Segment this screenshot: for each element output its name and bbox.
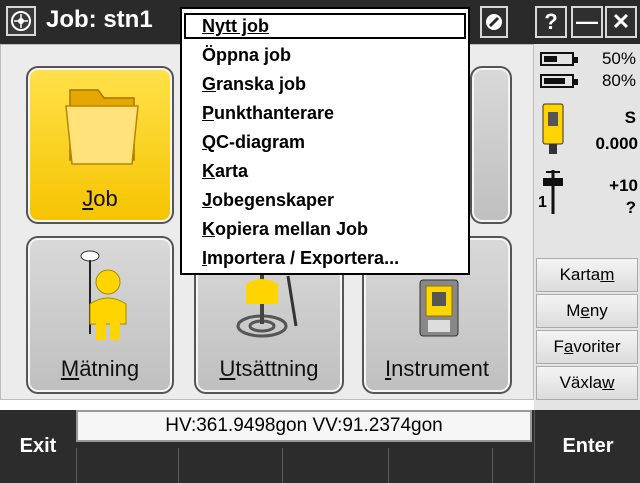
menu-item-importera-exportera[interactable]: Importera / Exportera... (184, 245, 466, 271)
battery-2-icon (540, 74, 578, 88)
help-button[interactable]: ? (535, 6, 567, 38)
target-value: +10 (609, 176, 638, 195)
status-panel: 50% 80% S 0.000 1 +10 ? Karta m Me ny Fav… (534, 44, 640, 410)
instrument-mode: S (624, 108, 636, 127)
instrument-status-icon[interactable] (540, 102, 566, 156)
matning-tile[interactable]: Mätning (26, 236, 174, 394)
angle-readout: HV:361.9498gon VV:91.2374gon (76, 410, 532, 442)
menu-item-granska-job[interactable]: Granska job (184, 71, 466, 97)
utsattning-tile-label: Utsättning (219, 356, 319, 381)
menu-item-jobegenskaper[interactable]: Jobegenskaper (184, 187, 466, 213)
karta-button[interactable]: Karta m (536, 258, 638, 292)
instrument-tile-label: Instrument (385, 356, 489, 381)
favoriter-button[interactable]: Fa voriter (536, 330, 638, 364)
job-tile[interactable]: Job (26, 66, 174, 224)
nav-icon[interactable] (480, 6, 508, 38)
vaxla-button[interactable]: Växla w (536, 366, 638, 400)
window-title: Job: stn1 (46, 6, 153, 33)
softkey-5[interactable] (492, 448, 535, 483)
softkey-1[interactable] (76, 448, 179, 483)
menu-item-oppna-job[interactable]: Öppna job (184, 42, 466, 68)
total-station-icon (419, 279, 459, 337)
exit-button[interactable]: Exit (0, 410, 76, 483)
menu-item-karta[interactable]: Karta (184, 158, 466, 184)
menu-item-kopiera-mellan-job[interactable]: Kopiera mellan Job (184, 216, 466, 242)
battery-2-percent: 80% (601, 71, 636, 90)
trimble-logo-icon[interactable] (6, 6, 36, 36)
menu-item-qc-diagram[interactable]: QC-diagram (184, 129, 466, 155)
instrument-value: 0.000 (595, 134, 638, 153)
job-tile-label: Job (82, 186, 118, 211)
meny-button[interactable]: Me ny (536, 294, 638, 328)
enter-button[interactable]: Enter (534, 410, 640, 483)
target-unknown: ? (625, 198, 636, 217)
softkey-3[interactable] (282, 448, 389, 483)
minimize-button[interactable]: — (571, 6, 603, 38)
close-button[interactable]: ✕ (605, 6, 637, 38)
menu-item-punkthanterare[interactable]: Punkthanterare (184, 100, 466, 126)
softkey-2[interactable] (178, 448, 283, 483)
battery-1-icon (540, 52, 578, 66)
matning-tile-label: Mätning (60, 356, 140, 381)
tile-partial[interactable] (470, 66, 512, 224)
softkey-4[interactable] (388, 448, 493, 483)
stakeout-icon (236, 274, 298, 338)
target-id: 1 (538, 194, 547, 211)
job-dropdown-menu: Nytt job Öppna job Granska job Punkthant… (180, 7, 470, 275)
surveyor-gps-icon (80, 250, 127, 340)
menu-item-nytt-job[interactable]: Nytt job (184, 13, 466, 39)
folder-icon (65, 89, 139, 165)
battery-1-percent: 50% (601, 49, 636, 68)
